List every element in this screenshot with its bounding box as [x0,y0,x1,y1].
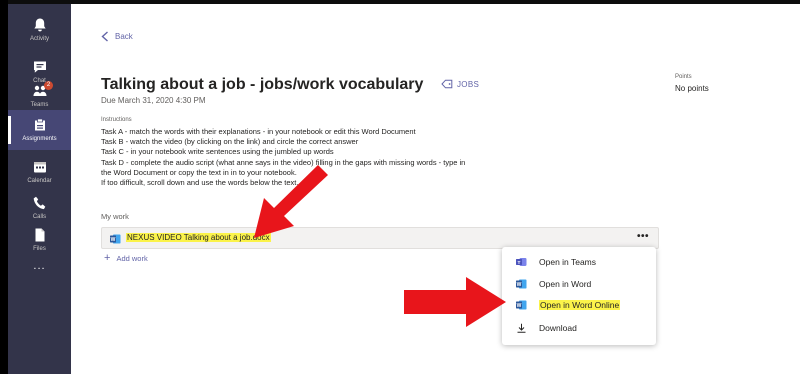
download-icon [517,323,526,333]
instruction-line: Task D - complete the audio script (what… [101,157,466,167]
app-rail: Activity Chat 2 Teams Assignments Calend… [8,4,71,374]
svg-text:T: T [518,260,521,266]
instruction-line: Task B - watch the video (by clicking on… [101,137,359,147]
due-date: Due March 31, 2020 4:30 PM [101,96,206,105]
menu-item-open-in-word-online[interactable]: W Open in Word Online [502,295,656,315]
word-file-icon: W [110,234,121,244]
svg-text:W: W [517,303,522,309]
notification-badge: 2 [44,81,53,90]
menu-item-download[interactable]: Download [502,318,656,338]
tag-label: JOBS [457,79,480,89]
my-work-label: My work [101,212,129,221]
tag-icon [441,79,453,89]
rail-item-label: Teams [30,102,49,108]
red-arrow-to-file-icon [254,165,328,238]
instruction-line: Task A - match the words with their expl… [101,127,416,136]
instructions-text: Task A - match the words with their expl… [101,127,661,188]
more-options-button[interactable]: ••• [637,231,649,242]
calendar-icon [33,162,46,173]
attachment-file-card[interactable]: W NEXUS VIDEO Talking about a job.docx •… [101,227,659,249]
menu-item-label: Open in Teams [539,257,597,267]
word-online-icon: W [516,300,527,310]
rail-item-activity[interactable]: Activity [8,10,71,50]
menu-item-open-in-teams[interactable]: T Open in Teams [502,252,656,272]
chevron-left-icon [101,31,108,42]
svg-text:W: W [111,237,116,243]
bell-icon [33,18,46,32]
rail-item-assignments[interactable]: Assignments [8,110,71,150]
rail-item-more-apps[interactable]: ... [8,252,71,280]
screen-left-edge [0,0,8,374]
chat-icon [33,61,46,73]
instruction-line: Task C - in your notebook write sentence… [101,147,334,157]
rail-item-label: Activity [29,36,49,42]
assignment-tag[interactable]: JOBS [441,79,479,89]
svg-text:W: W [517,282,522,288]
instruction-line: the Word Document or copy the text in in… [101,167,297,177]
teams-app-icon: T [516,258,527,266]
rail-item-calendar[interactable]: Calendar [8,152,71,192]
assignment-title: Talking about a job - jobs/work vocabula… [101,76,424,93]
points-value: No points [675,84,709,93]
menu-item-label: Open in Word [539,279,592,289]
menu-item-label: Download [539,323,577,333]
menu-item-label: Open in Word Online [539,300,621,310]
plus-icon: + [104,252,111,264]
points-label: Points [675,74,692,80]
file-options-menu: T Open in Teams W Open in Word W Open in… [502,247,656,345]
instruction-line: If too difficult, scroll down and use th… [101,178,299,188]
add-work-button[interactable]: + Add work [104,253,148,264]
back-button[interactable]: Back [101,31,133,42]
rail-item-label: Assignments [22,136,57,142]
add-work-label: Add work [116,254,148,263]
menu-item-open-in-word[interactable]: W Open in Word [502,274,656,294]
assignments-icon [34,118,45,131]
rail-item-label: Calendar [27,178,52,184]
word-icon: W [516,279,527,289]
back-label: Back [115,32,133,41]
files-icon [35,228,44,242]
red-arrow-to-menu-icon [404,277,506,327]
instructions-label: Instructions [101,117,132,123]
phone-icon [33,196,45,210]
more-apps-icon: ... [33,259,46,272]
